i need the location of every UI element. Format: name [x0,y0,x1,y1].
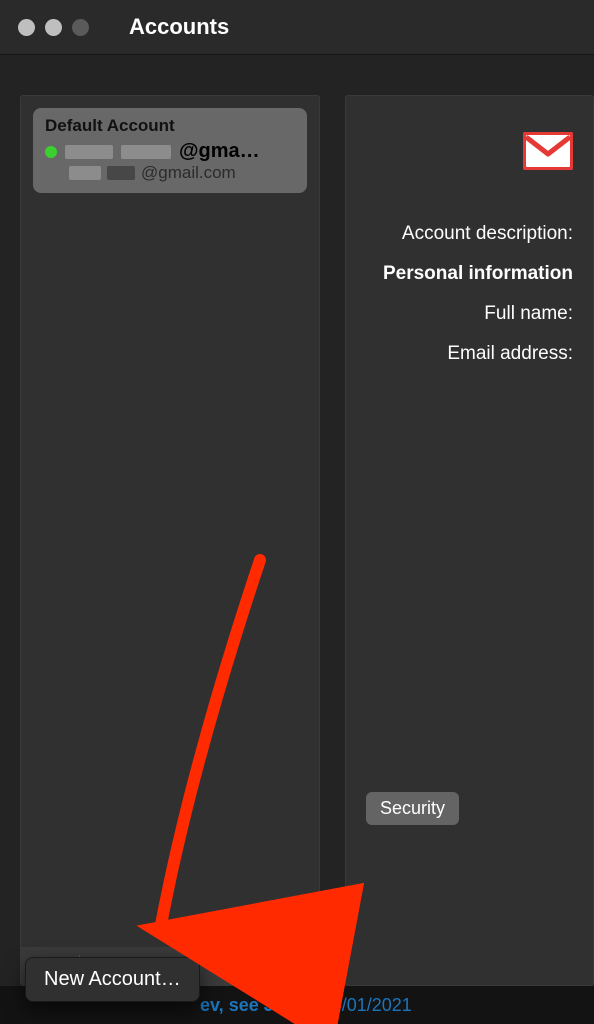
account-detail-pane: Account description: Personal informatio… [345,95,594,986]
titlebar: Accounts [0,0,594,55]
minimize-window-icon[interactable] [45,19,62,36]
content-area: Default Account @gma… @gmail.com [0,55,594,986]
traffic-lights [18,19,89,36]
account-title: Default Account [45,116,295,136]
secondary-email-suffix: @gmail.com [141,163,236,183]
new-account-menu-label: New Account… [44,968,181,990]
account-description-label: Account description: [402,223,573,245]
bottom-bar-date: 09/01/2021 [322,995,412,1016]
bottom-bar-text: ev, see J… [200,995,292,1016]
tab-security[interactable]: Security [366,792,459,825]
account-primary-email: @gma… [45,140,295,163]
full-name-label: Full name: [484,303,573,325]
more-actions-chevron-icon[interactable] [289,954,313,980]
personal-information-header: Personal information [383,263,573,285]
zoom-window-icon[interactable] [72,19,89,36]
account-secondary-email: @gmail.com [45,163,295,183]
account-list-item[interactable]: Default Account @gma… @gmail.com [33,108,307,193]
close-window-icon[interactable] [18,19,35,36]
accounts-window: Accounts Default Account @gma… @gm [0,0,594,1024]
status-online-icon [45,146,57,158]
window-title: Accounts [129,14,229,40]
account-list-sidebar: Default Account @gma… @gmail.com [20,95,320,986]
email-address-label: Email address: [447,343,573,365]
more-actions-button[interactable]: ••• [263,954,287,980]
gmail-icon [523,132,573,175]
account-list: Default Account @gma… @gmail.com [21,96,319,947]
new-account-menu-item[interactable]: New Account… [25,957,200,1002]
email-suffix: @gma… [179,140,260,163]
